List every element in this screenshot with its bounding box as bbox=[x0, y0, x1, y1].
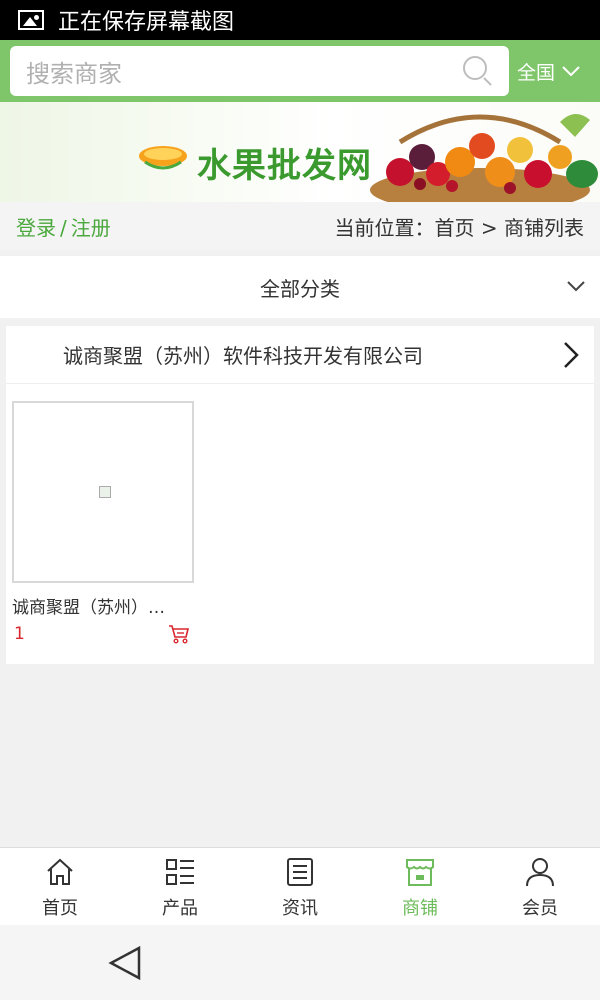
shop-name: 诚商聚盟（苏州）软件科技开发有限公司 bbox=[63, 344, 423, 368]
broken-image-icon bbox=[99, 486, 111, 498]
product-item[interactable]: 诚商聚盟（苏州）… 1 bbox=[12, 401, 194, 644]
register-link[interactable]: 注册 bbox=[71, 216, 111, 240]
region-selector[interactable]: 全国 bbox=[517, 40, 581, 102]
breadcrumb-row: 登录 / 注册 当前位置：首页 > 商铺列表 bbox=[0, 202, 600, 250]
back-icon[interactable] bbox=[108, 945, 142, 981]
shop-icon bbox=[406, 859, 434, 886]
fruit-basket-image bbox=[370, 113, 598, 202]
bottom-tab-bar: 首页 产品 资讯 商铺 会员 bbox=[0, 847, 600, 925]
tab-home-label: 首页 bbox=[42, 898, 78, 919]
search-placeholder: 搜索商家 bbox=[26, 59, 122, 88]
search-icon[interactable] bbox=[463, 56, 493, 86]
product-image[interactable] bbox=[12, 401, 194, 583]
home-icon bbox=[47, 858, 73, 885]
tab-products[interactable]: 产品 bbox=[120, 848, 240, 925]
tab-news[interactable]: 资讯 bbox=[240, 848, 360, 925]
site-banner: 水果批发网 bbox=[0, 102, 600, 202]
status-bar: 正在保存屏幕截图 bbox=[0, 0, 600, 40]
search-header: 搜索商家 全国 bbox=[0, 40, 600, 102]
product-price: 1 bbox=[14, 624, 25, 644]
product-price-row: 1 bbox=[12, 624, 190, 644]
tab-shops[interactable]: 商铺 bbox=[360, 848, 480, 925]
category-selector[interactable]: 全部分类 bbox=[0, 256, 600, 318]
screenshot-icon bbox=[18, 10, 44, 30]
login-register-links: 登录 / 注册 bbox=[16, 212, 111, 241]
user-icon bbox=[526, 858, 554, 887]
orange-slice-logo bbox=[139, 146, 187, 170]
region-label: 全国 bbox=[517, 61, 556, 84]
shop-header[interactable]: 诚商聚盟（苏州）软件科技开发有限公司 bbox=[6, 326, 594, 384]
link-separator: / bbox=[60, 215, 67, 240]
system-nav-bar bbox=[0, 925, 600, 1000]
news-icon bbox=[287, 858, 313, 886]
cart-icon[interactable] bbox=[168, 624, 190, 644]
banner-title: 水果批发网 bbox=[197, 146, 372, 186]
tab-news-label: 资讯 bbox=[282, 898, 318, 919]
chevron-down-icon bbox=[562, 66, 580, 77]
status-text: 正在保存屏幕截图 bbox=[58, 10, 235, 35]
search-input[interactable]: 搜索商家 bbox=[10, 46, 509, 96]
breadcrumb: 当前位置：首页 > 商铺列表 bbox=[334, 215, 584, 240]
tab-home[interactable]: 首页 bbox=[0, 848, 120, 925]
tab-shops-label: 商铺 bbox=[402, 898, 438, 919]
tab-member[interactable]: 会员 bbox=[480, 848, 600, 925]
chevron-down-icon bbox=[567, 281, 585, 292]
tab-member-label: 会员 bbox=[522, 898, 558, 919]
tab-products-label: 产品 bbox=[162, 898, 198, 919]
list-icon bbox=[166, 859, 194, 885]
product-name[interactable]: 诚商聚盟（苏州）… bbox=[12, 593, 187, 618]
shop-card: 诚商聚盟（苏州）软件科技开发有限公司 诚商聚盟（苏州）… 1 bbox=[6, 326, 594, 664]
login-link[interactable]: 登录 bbox=[16, 216, 56, 240]
category-label: 全部分类 bbox=[260, 276, 340, 301]
chevron-right-icon bbox=[564, 342, 579, 368]
